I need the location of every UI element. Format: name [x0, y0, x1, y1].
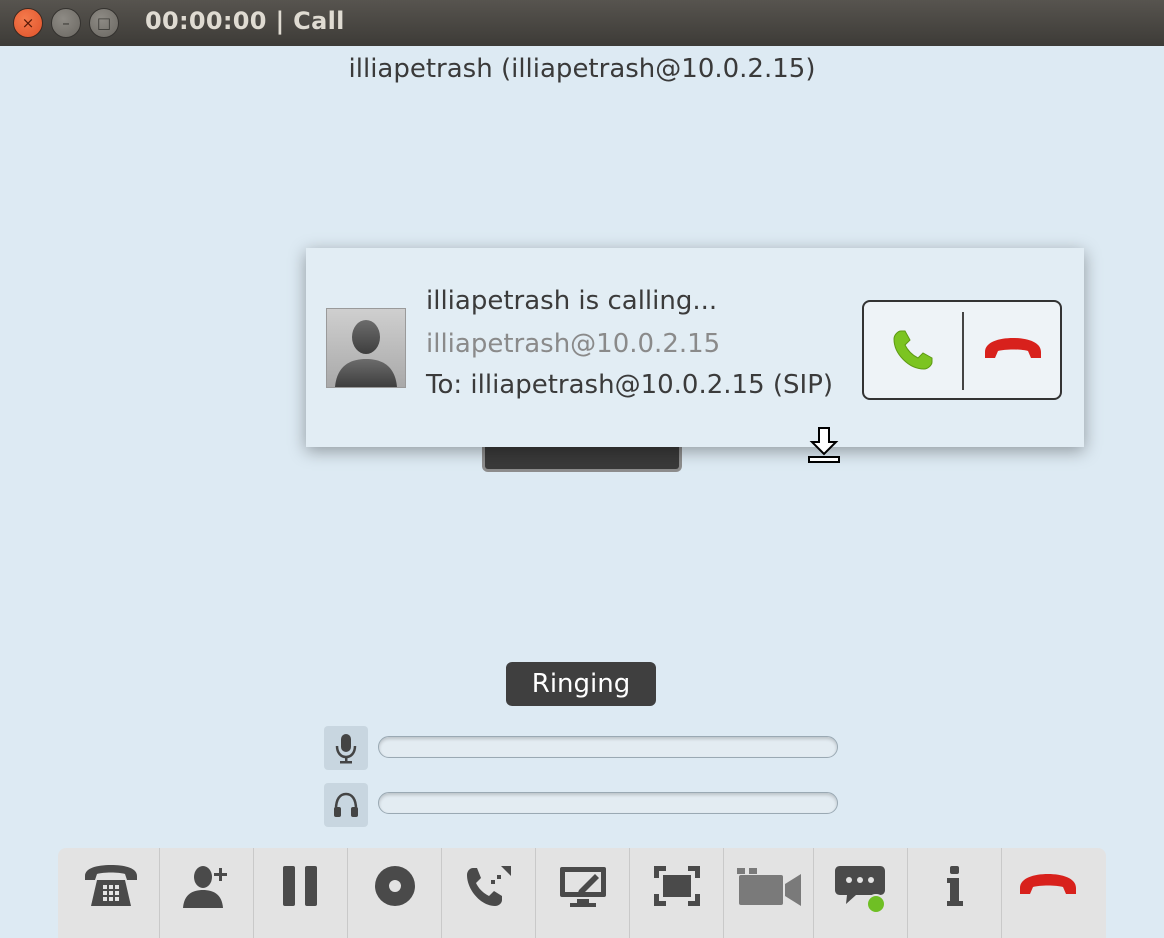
record-button[interactable]	[348, 848, 442, 938]
video-button[interactable]	[724, 848, 814, 938]
microphone-mute-toggle[interactable]	[324, 726, 368, 770]
headphones-icon	[334, 792, 358, 817]
chat-button[interactable]	[814, 848, 908, 938]
minimize-icon: –	[62, 13, 70, 32]
answer-decline-group	[862, 300, 1062, 400]
incoming-call-popup: illiapetrash is calling... illiapetrash@…	[306, 248, 1084, 447]
close-icon: ×	[21, 13, 35, 32]
add-participant-button[interactable]	[160, 848, 254, 938]
hold-button[interactable]	[254, 848, 348, 938]
phone-hangup-icon	[1020, 874, 1076, 894]
share-desktop-button[interactable]	[536, 848, 630, 938]
answer-call-button[interactable]	[864, 302, 962, 398]
pause-icon	[282, 866, 317, 906]
microphone-level-bar[interactable]	[378, 736, 838, 758]
add-user-icon	[182, 866, 227, 908]
decline-call-button[interactable]	[964, 302, 1062, 398]
call-peer-title: illiapetrash (illiapetrash@10.0.2.15)	[348, 54, 816, 84]
maximize-icon: □	[96, 13, 112, 32]
call-state-badge: Ringing	[506, 662, 656, 706]
fullscreen-button[interactable]	[630, 848, 724, 938]
caller-avatar	[326, 308, 406, 388]
window-maximize-button[interactable]: □	[89, 8, 119, 38]
window-title: 00:00:00 | Call	[145, 7, 345, 35]
info-icon	[946, 866, 963, 906]
avatar-silhouette-icon	[335, 320, 397, 387]
call-toolbar	[58, 848, 1106, 938]
transfer-button[interactable]	[442, 848, 536, 938]
phone-hangup-icon	[985, 338, 1041, 358]
mouse-cursor-icon	[808, 427, 840, 463]
info-button[interactable]	[908, 848, 1002, 938]
record-icon	[374, 866, 415, 906]
microphone-icon	[335, 734, 357, 764]
phone-answer-icon	[893, 330, 933, 370]
fullscreen-icon	[653, 866, 700, 906]
speaker-level-bar[interactable]	[378, 792, 838, 814]
chat-icon	[834, 866, 886, 914]
dialpad-button[interactable]	[62, 848, 160, 938]
window-close-button[interactable]: ×	[13, 8, 43, 38]
call-transfer-icon	[466, 866, 511, 906]
window-minimize-button[interactable]: –	[51, 8, 81, 38]
presence-dot-icon	[865, 894, 886, 914]
call-to-line: To: illiapetrash@10.0.2.15 (SIP)	[426, 370, 834, 400]
caller-address: illiapetrash@10.0.2.15	[426, 329, 721, 359]
video-camera-icon	[736, 868, 801, 906]
hangup-button[interactable]	[1002, 848, 1094, 938]
speaker-mute-toggle[interactable]	[324, 783, 368, 827]
window-titlebar: × – □ 00:00:00 | Call	[0, 0, 1164, 46]
dialpad-phone-icon	[84, 865, 137, 906]
incoming-call-heading: illiapetrash is calling...	[426, 286, 718, 316]
desktop-share-icon	[559, 867, 606, 907]
